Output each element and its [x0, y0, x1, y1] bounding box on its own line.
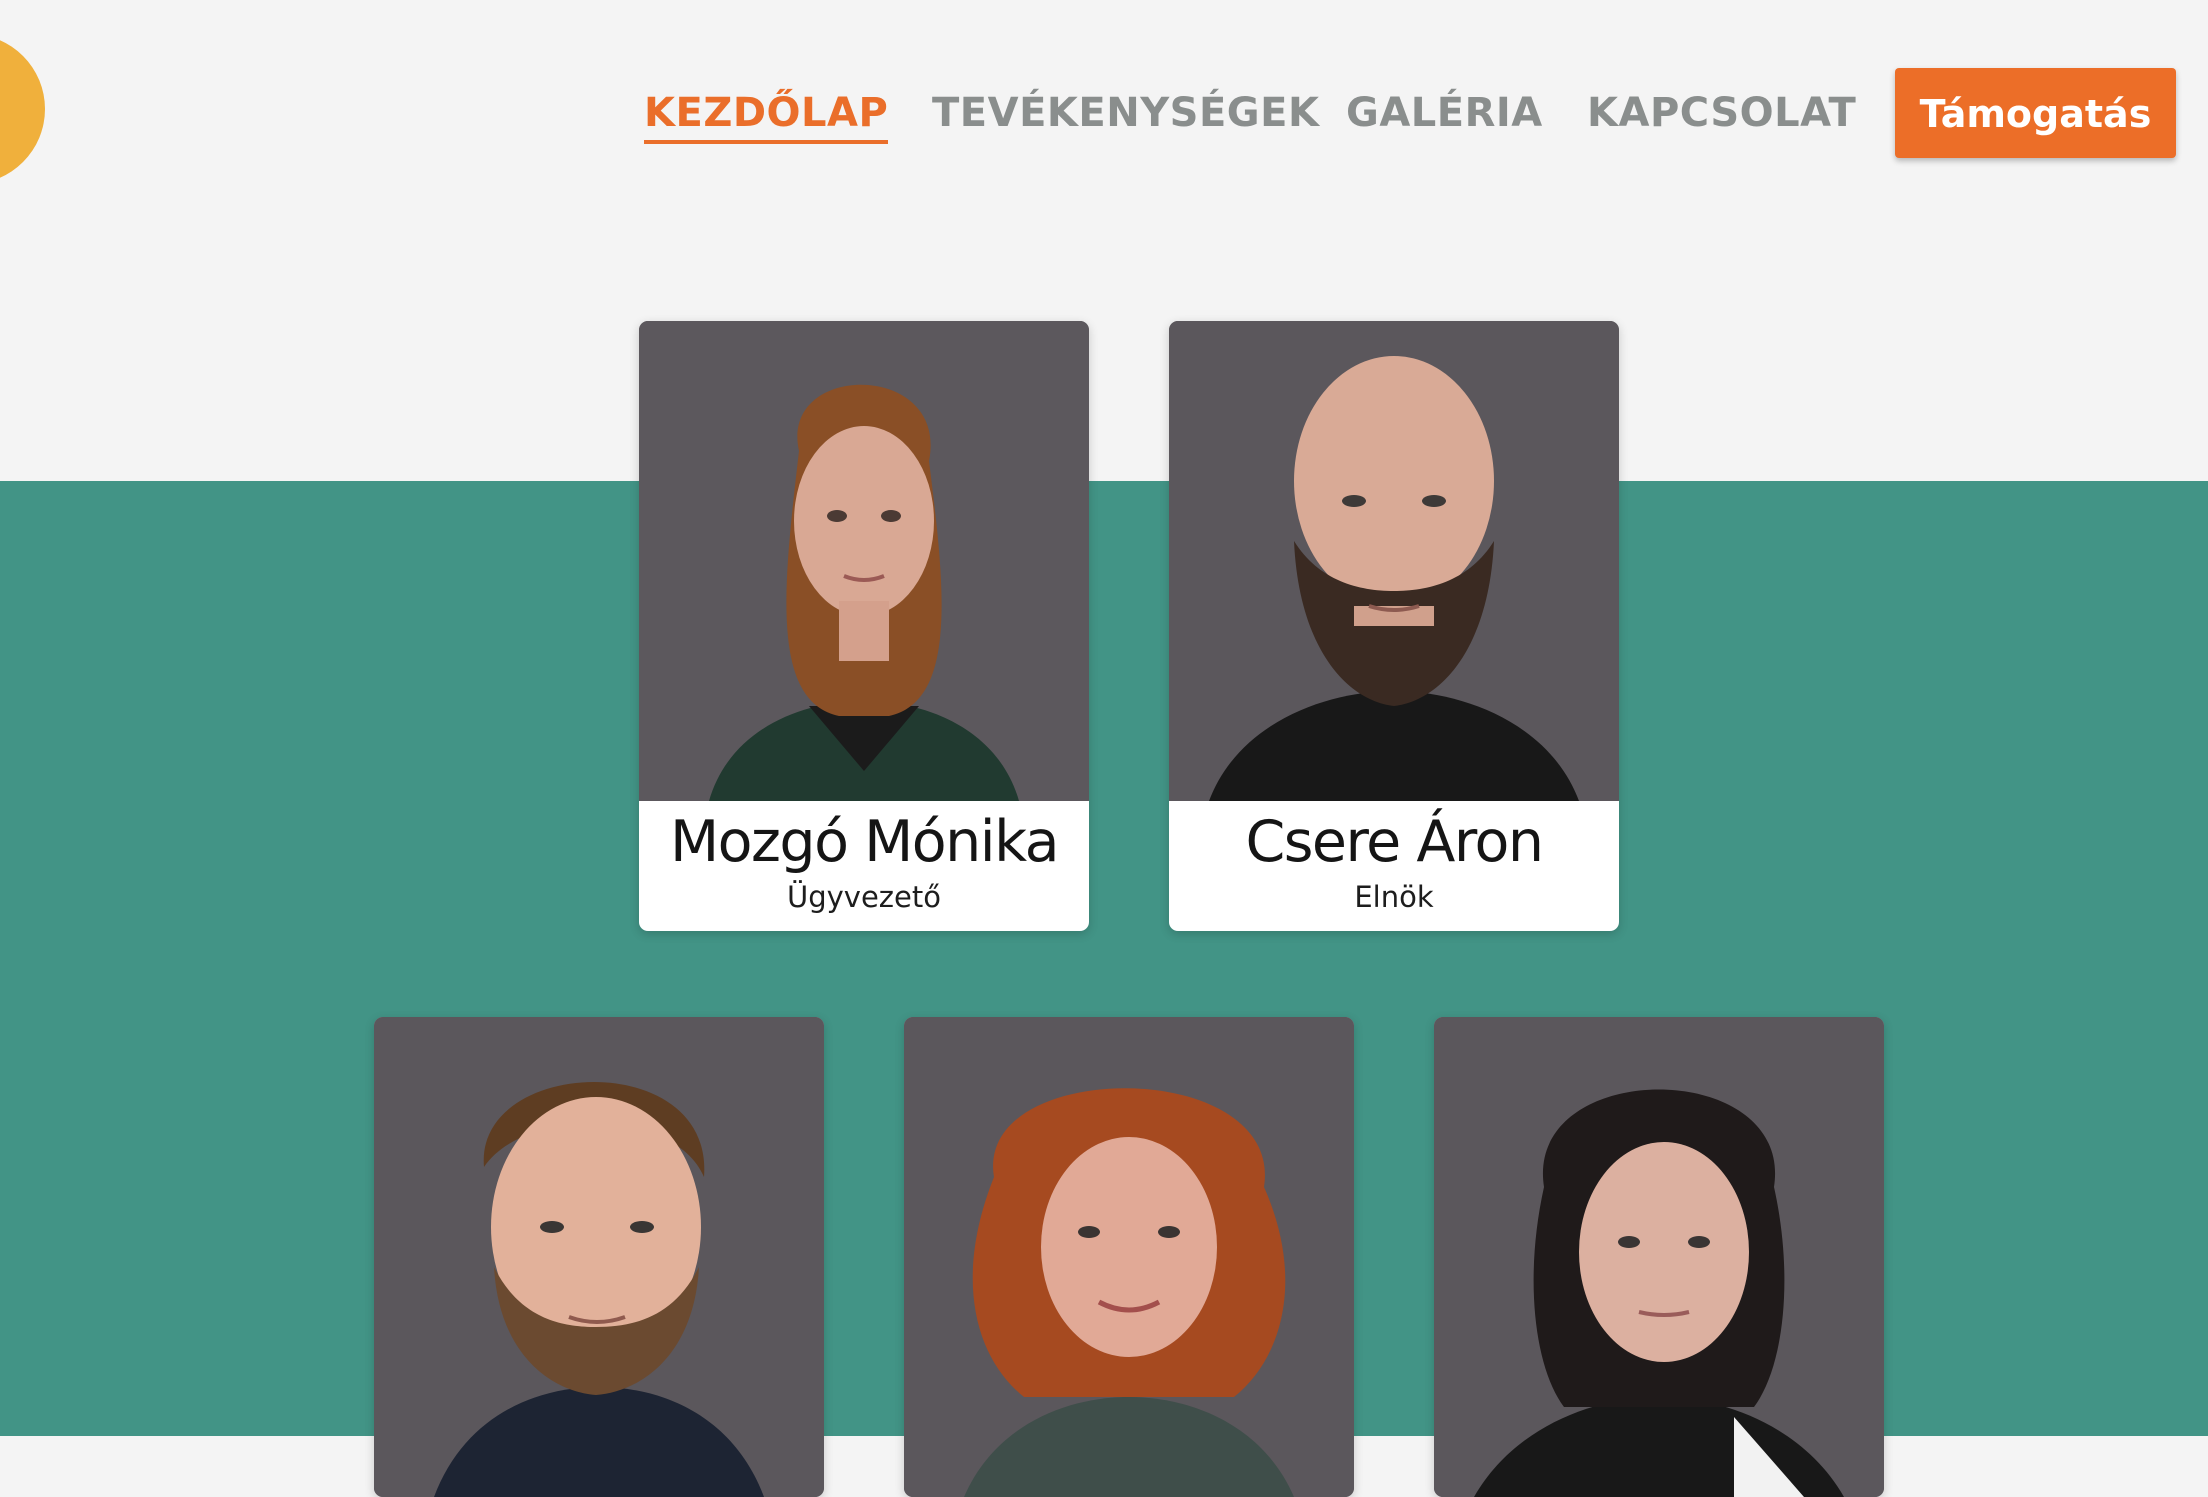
team-card-monika: Mozgó Mónika Ügyvezető	[639, 321, 1089, 931]
team-photo-aron	[1169, 321, 1619, 801]
nav-kezdolap[interactable]: KEZDŐLAP	[644, 88, 889, 144]
team-card-3	[374, 1017, 824, 1497]
nav-tevekenysegek[interactable]: TEVÉKENYSÉGEK	[932, 88, 1319, 138]
support-button[interactable]: Támogatás	[1895, 68, 2176, 158]
team-photo-4	[904, 1017, 1354, 1497]
team-photo-3	[374, 1017, 824, 1497]
team-photo-monika	[639, 321, 1089, 801]
nav-galeria[interactable]: GALÉRIA	[1346, 88, 1543, 138]
team-card-5	[1434, 1017, 1884, 1497]
team-name: Csere Áron	[1245, 809, 1544, 875]
team-photo-5	[1434, 1017, 1884, 1497]
team-card-aron: Csere Áron Elnök	[1169, 321, 1619, 931]
team-role: Elnök	[1354, 880, 1434, 914]
team-card-4	[904, 1017, 1354, 1497]
team-role: Ügyvezető	[787, 880, 941, 914]
team-name: Mozgó Mónika	[669, 809, 1060, 875]
site-logo[interactable]	[0, 24, 46, 194]
nav-kapcsolat[interactable]: KAPCSOLAT	[1587, 88, 1856, 138]
